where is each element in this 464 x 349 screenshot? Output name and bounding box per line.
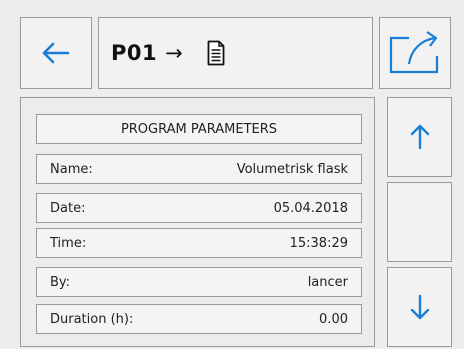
field-value: 05.04.2018 [273, 200, 348, 216]
program-parameters-screen: P01 → PROGRAM PARAMETERS Name: Volumetri… [0, 0, 464, 349]
scroll-down-button[interactable] [387, 267, 452, 347]
title-arrow: → [165, 41, 183, 65]
field-row-duration: Duration (h): 0.00 [36, 304, 362, 334]
field-label: Duration (h): [50, 311, 134, 327]
scroll-up-button[interactable] [387, 97, 452, 177]
arrow-up-icon [410, 124, 429, 150]
arrow-down-icon [410, 294, 429, 320]
field-label: Time: [50, 235, 87, 251]
back-button[interactable] [20, 17, 92, 89]
section-title: PROGRAM PARAMETERS [36, 114, 362, 144]
title-bar: P01 → [98, 17, 373, 89]
document-icon[interactable] [207, 40, 225, 66]
field-row-time: Time: 15:38:29 [36, 228, 362, 258]
blank-button[interactable] [387, 182, 452, 262]
export-icon [389, 31, 439, 74]
arrow-left-icon [42, 42, 70, 64]
field-row-name: Name: Volumetrisk flask [36, 154, 362, 184]
field-row-date: Date: 05.04.2018 [36, 193, 362, 223]
field-value: 15:38:29 [289, 235, 348, 251]
field-label: Date: [50, 200, 86, 216]
field-label: Name: [50, 161, 93, 177]
field-value: lancer [307, 274, 348, 290]
field-value: Volumetrisk flask [236, 161, 348, 177]
field-value: 0.00 [319, 311, 348, 327]
field-row-by: By: lancer [36, 267, 362, 297]
field-label: By: [50, 274, 71, 290]
section-title-label: PROGRAM PARAMETERS [120, 121, 278, 137]
export-button[interactable] [379, 17, 451, 89]
program-id: P01 [111, 41, 158, 65]
